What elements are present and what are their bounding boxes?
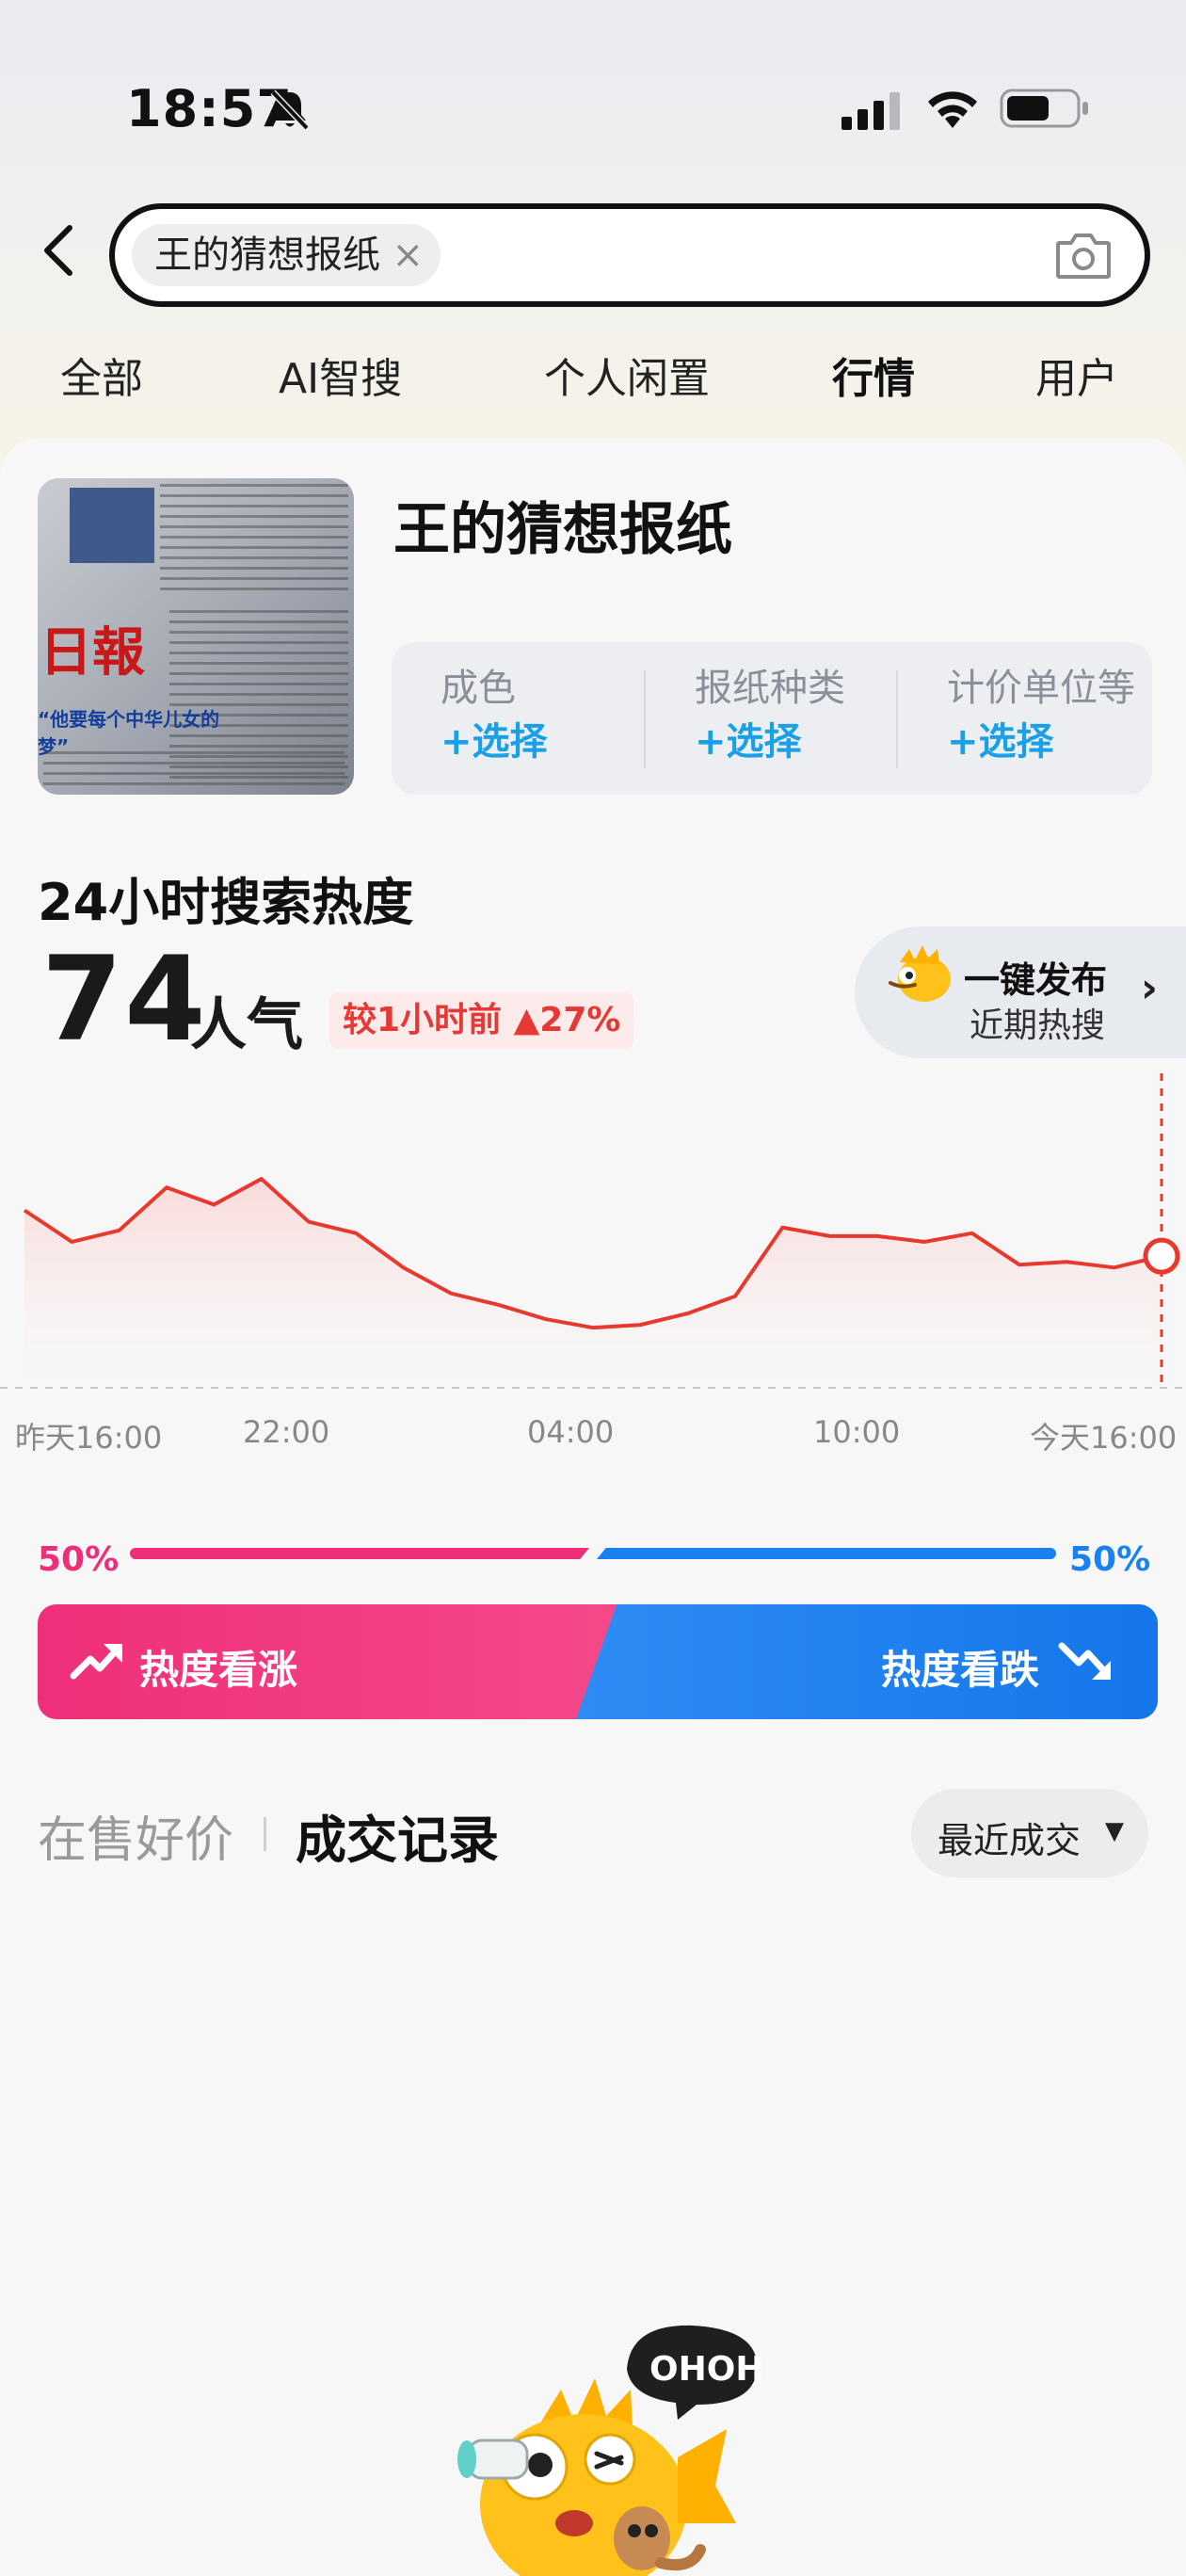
bearish-label: 热度看跌 [881, 1647, 1040, 1693]
battery-icon [1000, 89, 1088, 128]
spec-pricing-unit-label: 计价单位等 [947, 667, 1135, 710]
camera-icon[interactable] [1054, 230, 1113, 282]
spec-pricing-unit-select[interactable]: +选择 [947, 714, 1186, 770]
tab-all[interactable]: 全部 [60, 346, 143, 412]
cellular-signal-icon [841, 92, 900, 130]
up-vote-percent: 50% [38, 1540, 120, 1579]
spec-condition-label: 成色 [441, 667, 516, 710]
spec-paper-type-select[interactable]: +选择 [695, 714, 939, 770]
newspaper-photo [70, 488, 154, 563]
wifi-icon [928, 91, 977, 128]
tab-market-label: 行情 [832, 355, 915, 403]
records-tab-bar: 在售好价 成交记录 最近成交 ▼ [0, 1789, 1186, 1883]
tab-transaction-records-label: 成交记录 [296, 1811, 499, 1870]
publish-sublabel: 近期热搜 [970, 1006, 1106, 1045]
down-vote-percent: 50% [1069, 1540, 1151, 1579]
spec-condition-select[interactable]: +选择 [441, 714, 685, 770]
sort-dropdown[interactable]: 最近成交 ▼ [911, 1789, 1148, 1877]
search-query-chip[interactable]: 王的猜想报纸 × [132, 224, 441, 286]
status-time: 18:57 [126, 79, 293, 138]
heat-unit: 人气 [190, 992, 303, 1058]
bullish-label: 热度看涨 [139, 1647, 298, 1693]
search-query-text: 王的猜想报纸 [154, 233, 380, 277]
down-vote-bar [597, 1548, 1056, 1559]
spec-condition[interactable]: 成色 +选择 [441, 663, 685, 770]
spec-paper-type[interactable]: 报纸种类 +选择 [695, 663, 939, 770]
up-vote-bar [130, 1548, 589, 1559]
mascot-speech-text: OHOH [649, 2350, 763, 2389]
tab-personal-idle[interactable]: 个人闲置 [544, 346, 710, 412]
publish-label: 一键发布 [964, 959, 1108, 1001]
tab-good-price-listings[interactable]: 在售好价 [38, 1800, 233, 1871]
newspaper-masthead-mark: 日報 [40, 621, 145, 684]
quick-publish-button[interactable]: 一键发布 近期热搜 › [855, 926, 1186, 1058]
tab-users[interactable]: 用户 [1035, 346, 1118, 412]
newspaper-text-column [160, 484, 348, 597]
bearish-vote-button[interactable]: 热度看跌 [576, 1604, 1158, 1719]
newspaper-text-column [43, 751, 345, 789]
chart-area-fill [24, 1179, 1162, 1388]
trend-down-icon [1058, 1642, 1111, 1680]
heat-value: 74 [41, 932, 208, 1068]
empty-state-mascot: OHOH [457, 2325, 763, 2576]
tab-separator [264, 1817, 266, 1851]
trend-up-icon [70, 1644, 122, 1680]
spec-pricing-unit[interactable]: 计价单位等 +选择 [947, 663, 1186, 770]
heat-trend-chart [0, 1073, 1186, 1389]
category-tabs: 全部 AI智搜 个人闲置 行情 用户 [0, 346, 1186, 412]
clear-query-icon[interactable]: × [392, 224, 424, 286]
heat-change-badge: 较1小时前 ▲27% [329, 992, 634, 1049]
product-title: 王的猜想报纸 [393, 497, 732, 563]
heat-section-title: 24小时搜索热度 [38, 861, 414, 935]
tab-ai-search[interactable]: AI智搜 [279, 346, 402, 412]
tab-market[interactable]: 行情 [832, 346, 915, 412]
spec-selector-panel: 成色 +选择 报纸种类 +选择 计价单位等 +选择 [392, 642, 1152, 795]
sort-label: 最近成交 [938, 1820, 1082, 1861]
current-value-point [1143, 1237, 1180, 1275]
x-tick-label: 昨天16:00 [15, 1420, 163, 1456]
x-tick-label: 22:00 [243, 1414, 330, 1450]
caret-down-icon: ▼ [1105, 1817, 1124, 1845]
spec-paper-type-label: 报纸种类 [695, 667, 845, 710]
heat-title-text: 24小时搜索热度 [38, 873, 414, 932]
newspaper-headline-mark: “他要每个中华儿女的梦” [38, 708, 220, 758]
x-tick-label: 今天16:00 [1030, 1420, 1178, 1456]
product-thumbnail[interactable]: 日報 “他要每个中华儿女的梦” [38, 478, 354, 795]
spec-divider [644, 670, 646, 768]
bullish-vote-button[interactable]: 热度看涨 [38, 1604, 621, 1719]
fish-mascot-icon [889, 945, 951, 1002]
chevron-right-icon: › [1140, 964, 1158, 1012]
x-tick-label: 04:00 [527, 1414, 615, 1450]
spec-divider [896, 670, 898, 768]
tab-transaction-records[interactable]: 成交记录 [296, 1798, 499, 1873]
status-bar: 18:57 [0, 0, 1186, 188]
x-tick-label: 10:00 [813, 1414, 901, 1450]
mute-bell-icon [270, 89, 310, 131]
search-input[interactable]: 王的猜想报纸 × [109, 203, 1150, 307]
back-arrow-icon[interactable] [34, 220, 87, 281]
search-row: 王的猜想报纸 × [0, 198, 1186, 311]
